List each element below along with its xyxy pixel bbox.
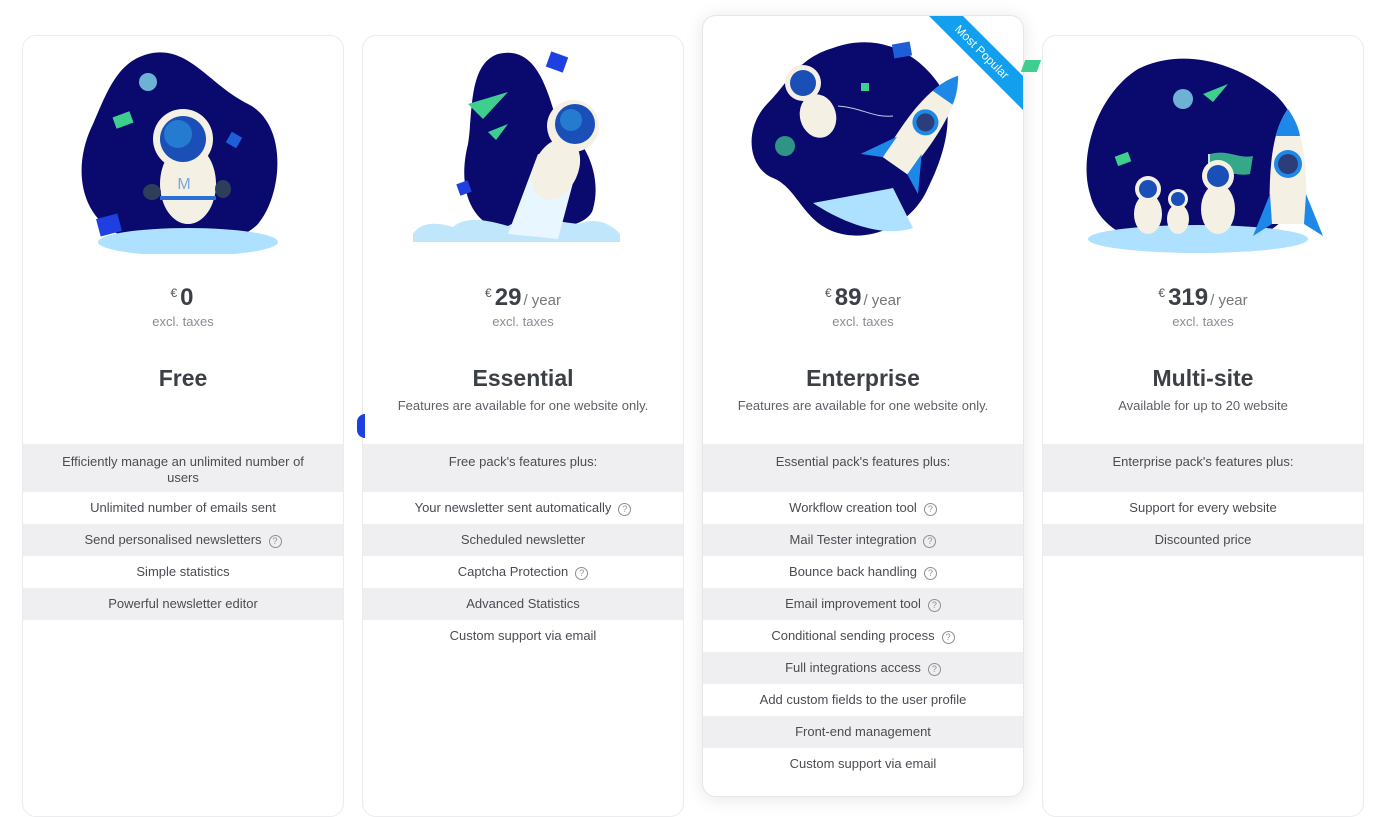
- price-amount: 29: [494, 284, 522, 311]
- help-icon[interactable]: ?: [268, 535, 282, 548]
- feature-label: Your newsletter sent automatically: [414, 500, 612, 515]
- price-period: / year: [863, 292, 901, 309]
- feature-label: Send personalised newsletters: [84, 532, 262, 547]
- currency-symbol: €: [170, 286, 178, 300]
- plan-description: Features are available for one website o…: [737, 398, 989, 413]
- features-header: Essential pack's features plus:: [703, 444, 1023, 492]
- feature-item: Discounted price: [1043, 524, 1363, 556]
- features-header: Free pack's features plus:: [363, 444, 683, 492]
- help-icon[interactable]: ?: [923, 567, 937, 580]
- feature-item: Powerful newsletter editor: [23, 588, 343, 620]
- price-amount: 89: [834, 284, 862, 311]
- svg-text:M: M: [177, 176, 190, 193]
- plan-card-enterprise: Most Popular €89/ year excl. taxes Enter…: [702, 15, 1024, 797]
- feature-item: Advanced Statistics: [363, 588, 683, 620]
- help-icon[interactable]: ?: [618, 503, 632, 516]
- feature-item: Simple statistics: [23, 556, 343, 588]
- plan-card-free: M €0 excl. taxes Free Efficiently manage…: [22, 35, 344, 817]
- feature-item: Conditional sending process?: [703, 620, 1023, 652]
- tax-note: excl. taxes: [832, 314, 894, 329]
- feature-label: Support for every website: [1129, 500, 1277, 515]
- feature-item: Your newsletter sent automatically?: [363, 492, 683, 524]
- price: €89/ year: [703, 284, 1023, 312]
- help-icon[interactable]: ?: [927, 663, 941, 676]
- currency-symbol: €: [485, 286, 492, 300]
- price-amount: 319: [1168, 284, 1209, 311]
- feature-label: Unlimited number of emails sent: [90, 500, 276, 515]
- most-popular-ribbon: Most Popular: [923, 16, 1023, 116]
- plan-description: Features are available for one website o…: [397, 398, 649, 413]
- feature-label: Workflow creation tool: [789, 500, 917, 515]
- feature-item: Email improvement tool?: [703, 588, 1023, 620]
- feature-item: Workflow creation tool?: [703, 492, 1023, 524]
- features-header: Efficiently manage an unlimited number o…: [23, 444, 343, 492]
- decorative-shape: [357, 414, 365, 438]
- feature-label: Mail Tester integration: [789, 532, 917, 547]
- plan-name: Free: [158, 365, 208, 391]
- feature-label: Bounce back handling: [789, 564, 917, 579]
- feature-list: Enterprise pack's features plus: Support…: [1043, 444, 1363, 556]
- feature-label: Captcha Protection: [457, 564, 569, 579]
- feature-label: Full integrations access: [785, 660, 921, 675]
- plan-card-multisite: €319/ year excl. taxes Multi-site Availa…: [1042, 35, 1364, 817]
- feature-list: Free pack's features plus: Your newslett…: [363, 444, 683, 652]
- price: €0: [23, 284, 343, 312]
- price-period: / year: [1210, 292, 1248, 309]
- currency-symbol: €: [1158, 286, 1166, 300]
- feature-list: Efficiently manage an unlimited number o…: [23, 444, 343, 620]
- tax-note: excl. taxes: [492, 314, 554, 329]
- feature-item: Custom support via email: [703, 748, 1023, 780]
- feature-list: Essential pack's features plus: Workflow…: [703, 444, 1023, 780]
- feature-item: Captcha Protection?: [363, 556, 683, 588]
- feature-item: Full integrations access?: [703, 652, 1023, 684]
- price: €29/ year: [363, 284, 683, 312]
- feature-label: Advanced Statistics: [466, 596, 580, 611]
- help-icon[interactable]: ?: [941, 631, 955, 644]
- feature-label: Front-end management: [795, 724, 931, 739]
- feature-label: Custom support via email: [789, 756, 937, 771]
- plan-card-essential: €29/ year excl. taxes Essential Features…: [362, 35, 684, 817]
- feature-item: Unlimited number of emails sent: [23, 492, 343, 524]
- feature-item: Front-end management: [703, 716, 1023, 748]
- feature-label: Conditional sending process: [771, 628, 935, 643]
- feature-item: Send personalised newsletters?: [23, 524, 343, 556]
- feature-item: Mail Tester integration?: [703, 524, 1023, 556]
- astronauts-flag-rocket-illustration: [1043, 36, 1363, 266]
- feature-item: Bounce back handling?: [703, 556, 1023, 588]
- feature-item: Add custom fields to the user profile: [703, 684, 1023, 716]
- help-icon[interactable]: ?: [923, 503, 937, 516]
- help-icon[interactable]: ?: [927, 599, 941, 612]
- price: €319/ year: [1043, 284, 1363, 312]
- tax-note: excl. taxes: [1172, 314, 1234, 329]
- price-amount: 0: [180, 284, 194, 311]
- plan-name: Enterprise: [806, 365, 920, 391]
- plan-description: Available for up to 20 website: [1118, 398, 1288, 413]
- feature-label: Email improvement tool: [785, 596, 921, 611]
- feature-label: Add custom fields to the user profile: [759, 692, 967, 707]
- price-period: / year: [523, 292, 561, 309]
- astronaut-walking-illustration: M: [23, 36, 343, 266]
- plan-name: Essential: [472, 365, 574, 391]
- feature-label: Simple statistics: [136, 564, 230, 579]
- help-icon[interactable]: ?: [923, 535, 937, 548]
- feature-item: Support for every website: [1043, 492, 1363, 524]
- plan-name: Multi-site: [1152, 365, 1254, 391]
- astronaut-jetpack-illustration: [363, 36, 683, 266]
- feature-item: Scheduled newsletter: [363, 524, 683, 556]
- feature-label: Scheduled newsletter: [460, 532, 586, 547]
- feature-label: Powerful newsletter editor: [108, 596, 258, 611]
- help-icon[interactable]: ?: [575, 567, 589, 580]
- feature-label: Discounted price: [1154, 532, 1252, 547]
- feature-item: Custom support via email: [363, 620, 683, 652]
- decorative-shape: [1020, 60, 1042, 72]
- most-popular-badge: Most Popular: [923, 16, 1023, 114]
- features-header: Enterprise pack's features plus:: [1043, 444, 1363, 492]
- feature-label: Custom support via email: [449, 628, 597, 643]
- tax-note: excl. taxes: [152, 314, 214, 329]
- currency-symbol: €: [825, 286, 832, 300]
